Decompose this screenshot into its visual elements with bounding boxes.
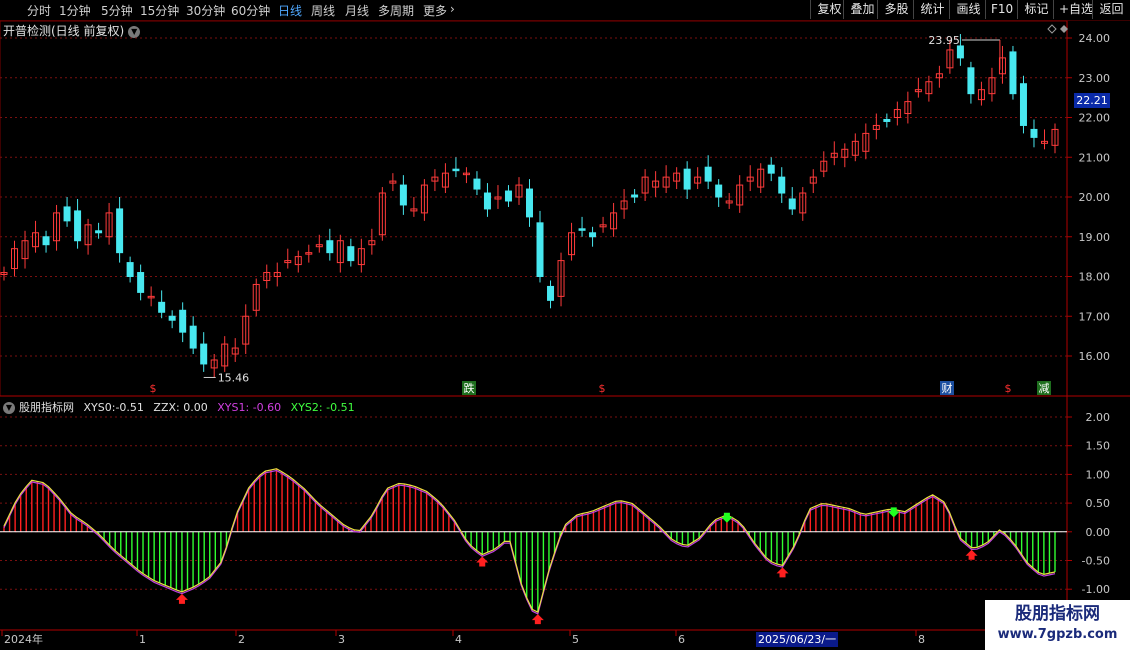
event-marker: 财 — [942, 381, 953, 395]
price-tick-label: 22.00 — [1079, 112, 1111, 125]
event-marker: 减 — [1039, 382, 1050, 395]
price-tick-label: 18.00 — [1079, 271, 1111, 284]
x-tick-label: 8 — [918, 633, 925, 646]
candle-body — [956, 45, 964, 59]
candle-body — [347, 246, 355, 262]
candle-body — [526, 188, 533, 218]
candle-body — [788, 198, 796, 210]
candle-body — [137, 272, 145, 293]
indicator-tick-label: -1.00 — [1082, 583, 1110, 596]
price-tick-label: 17.00 — [1079, 310, 1111, 323]
x-tick-label: 3 — [338, 633, 345, 646]
indicator-tick-label: 1.50 — [1086, 440, 1111, 453]
x-tick-label: 6 — [678, 633, 685, 646]
candle-body — [536, 222, 544, 277]
buy-arrow-icon — [531, 614, 544, 625]
candle-body — [95, 230, 103, 234]
xys1-line — [3, 469, 1056, 615]
xys2-readout: XYS2: -0.51 — [290, 401, 355, 414]
candle-body — [200, 343, 208, 365]
watermark-line1: 股朋指标网 — [1015, 604, 1100, 624]
event-marker: $ — [599, 382, 606, 395]
xys0-readout: XYS0:-0.51 — [83, 401, 144, 414]
candle-body — [473, 178, 481, 190]
zzx-readout: ZZX: 0.00 — [153, 401, 208, 414]
candle-body — [778, 176, 786, 194]
current-price-tag: 22.21 — [1074, 93, 1110, 108]
candle-body — [179, 309, 187, 333]
buy-arrow-icon — [476, 556, 489, 567]
candle-body — [483, 192, 491, 210]
price-tick-label: 21.00 — [1079, 151, 1111, 164]
sell-arrow-icon — [720, 512, 733, 523]
event-marker: 跌 — [464, 381, 475, 395]
candle-body — [399, 184, 407, 206]
candle-body — [715, 184, 723, 198]
candle-body — [1009, 51, 1017, 95]
candle-body — [589, 232, 597, 238]
low-price-label: 15.46 — [218, 371, 250, 384]
candle-body — [967, 67, 975, 95]
candle-body — [547, 285, 555, 301]
price-tick-label: 16.00 — [1079, 350, 1111, 363]
cursor-date: 2025/06/23/一 — [756, 632, 839, 647]
diamond-icon — [1047, 24, 1057, 34]
candle-body — [189, 325, 197, 349]
candle-body — [504, 190, 512, 202]
indicator-title: ▼ 股朋指标网 XYS0:-0.51 ZZX: 0.00 XYS1: -0.60 … — [3, 399, 361, 415]
indicator-tick-label: 0.50 — [1086, 497, 1111, 510]
xys1-readout: XYS1: -0.60 — [217, 401, 282, 414]
candle-body — [42, 236, 50, 246]
buy-arrow-icon — [776, 567, 789, 578]
watermark-line2: www.7gpzb.com — [997, 627, 1118, 642]
price-tick-label: 20.00 — [1079, 191, 1111, 204]
x-tick-label: 2 — [238, 633, 245, 646]
x-tick-label: 5 — [572, 633, 579, 646]
xys2-line — [3, 468, 1056, 614]
event-marker: $ — [1005, 382, 1012, 395]
candle-body — [767, 164, 775, 174]
candle-body — [704, 166, 712, 182]
indicator-name: 股朋指标网 — [19, 401, 74, 414]
candle-body — [116, 208, 124, 254]
indicator-dropdown-icon[interactable]: ▼ — [3, 402, 15, 414]
event-marker: $ — [150, 382, 157, 395]
candle-body — [158, 301, 166, 313]
site-watermark: 股朋指标网 www.7gpzb.com — [985, 600, 1130, 650]
buy-arrow-icon — [965, 549, 978, 560]
high-price-label: 23.95 — [928, 34, 960, 47]
indicator-tick-label: -0.50 — [1082, 555, 1110, 568]
x-tick-label: 4 — [455, 633, 462, 646]
candle-body — [631, 194, 639, 198]
buy-arrow-icon — [175, 593, 188, 604]
candle-body — [883, 118, 891, 122]
candle-body — [1030, 128, 1038, 138]
x-tick-label: 2024年 — [4, 632, 43, 646]
indicator-tick-label: 1.00 — [1086, 468, 1111, 481]
indicator-tick-label: 0.00 — [1086, 526, 1111, 539]
candle-body — [326, 240, 334, 254]
candle-body — [126, 262, 134, 277]
candle-body — [168, 315, 176, 321]
candle-body — [683, 168, 691, 190]
candle-body — [1019, 83, 1027, 126]
chart-canvas[interactable]: 24.0023.0022.0021.0020.0019.0018.0017.00… — [0, 0, 1130, 650]
price-tick-label: 23.00 — [1079, 72, 1111, 85]
candle-body — [74, 210, 82, 242]
candle-body — [63, 206, 71, 222]
x-tick-label: 1 — [139, 633, 146, 646]
indicator-tick-label: 2.00 — [1086, 411, 1111, 424]
candle-body — [452, 168, 460, 172]
price-tick-label: 19.00 — [1079, 231, 1111, 244]
candle-body — [578, 228, 586, 231]
price-tick-label: 24.00 — [1079, 32, 1111, 45]
